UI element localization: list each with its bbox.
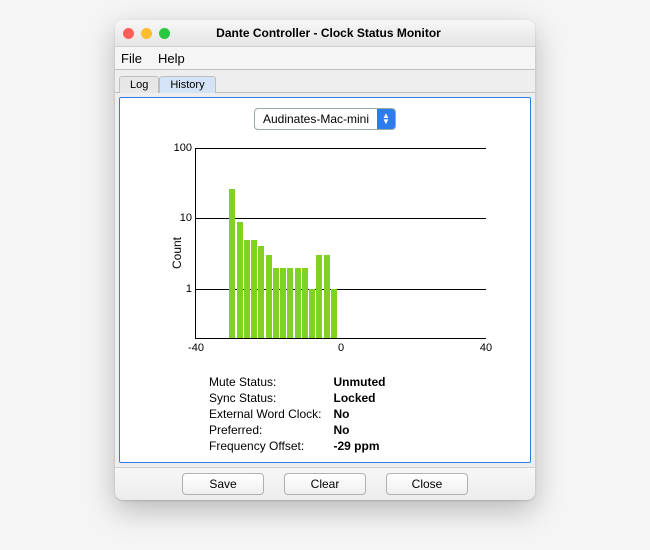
plot-area: 110100-40040 <box>195 148 486 339</box>
status-label: External Word Clock: <box>205 406 325 422</box>
gridline <box>196 148 486 149</box>
save-button[interactable]: Save <box>182 473 264 495</box>
histogram-bar <box>258 246 264 338</box>
close-button[interactable]: Close <box>386 473 468 495</box>
app-window: Dante Controller - Clock Status Monitor … <box>115 20 535 500</box>
x-tick-label: 40 <box>480 342 492 354</box>
content: Audinates-Mac-mini ▲▼ Count 110100-40040… <box>115 93 535 467</box>
histogram-bar <box>251 240 257 338</box>
history-panel: Audinates-Mac-mini ▲▼ Count 110100-40040… <box>119 97 531 463</box>
y-axis-label: Count <box>170 237 184 269</box>
histogram-bar <box>229 189 235 338</box>
histogram-bar <box>324 255 330 338</box>
histogram-bar <box>273 268 279 338</box>
chart-wrap: Count 110100-40040 <box>128 138 522 368</box>
histogram-bar <box>280 268 286 338</box>
histogram-bar <box>244 240 250 338</box>
status-row-sync: Sync Status: Locked <box>205 390 389 406</box>
status-row-ext: External Word Clock: No <box>205 406 389 422</box>
status-label: Preferred: <box>205 422 325 438</box>
status-value: No <box>325 406 389 422</box>
button-bar: Save Clear Close <box>115 467 535 500</box>
menubar: File Help <box>115 47 535 70</box>
status-row-pref: Preferred: No <box>205 422 389 438</box>
histogram-bar <box>266 255 272 338</box>
y-tick-label: 10 <box>180 212 192 224</box>
tab-log[interactable]: Log <box>119 76 159 93</box>
status-row-mute: Mute Status: Unmuted <box>205 374 389 390</box>
y-tick-label: 1 <box>186 283 192 295</box>
window-title: Dante Controller - Clock Status Monitor <box>130 26 527 40</box>
titlebar: Dante Controller - Clock Status Monitor <box>115 20 535 47</box>
x-tick-label: -40 <box>188 342 204 354</box>
device-row: Audinates-Mac-mini ▲▼ <box>128 108 522 130</box>
status-label: Sync Status: <box>205 390 325 406</box>
histogram-chart: Count 110100-40040 <box>155 138 495 368</box>
histogram-bar <box>287 268 293 338</box>
dropdown-caret-icon: ▲▼ <box>377 109 395 129</box>
status-value: Unmuted <box>325 374 389 390</box>
device-selector[interactable]: Audinates-Mac-mini ▲▼ <box>254 108 396 130</box>
histogram-bar <box>302 268 308 338</box>
tabbar: Log History <box>115 70 535 93</box>
y-tick-label: 100 <box>174 142 192 154</box>
device-selector-label: Audinates-Mac-mini <box>255 112 377 126</box>
status-value: Locked <box>325 390 389 406</box>
histogram-bar <box>237 222 243 338</box>
histogram-bar <box>309 289 315 338</box>
status-value: -29 ppm <box>325 438 389 454</box>
histogram-bar <box>295 268 301 338</box>
clear-button[interactable]: Clear <box>284 473 366 495</box>
status-block: Mute Status: Unmuted Sync Status: Locked… <box>205 374 445 454</box>
x-tick-label: 0 <box>338 342 344 354</box>
status-row-freq: Frequency Offset: -29 ppm <box>205 438 389 454</box>
histogram-bar <box>316 255 322 338</box>
status-label: Mute Status: <box>205 374 325 390</box>
status-label: Frequency Offset: <box>205 438 325 454</box>
histogram-bar <box>331 289 337 338</box>
menu-help[interactable]: Help <box>158 51 185 66</box>
status-value: No <box>325 422 389 438</box>
gridline <box>196 218 486 219</box>
menu-file[interactable]: File <box>121 51 142 66</box>
tab-history[interactable]: History <box>159 76 215 93</box>
